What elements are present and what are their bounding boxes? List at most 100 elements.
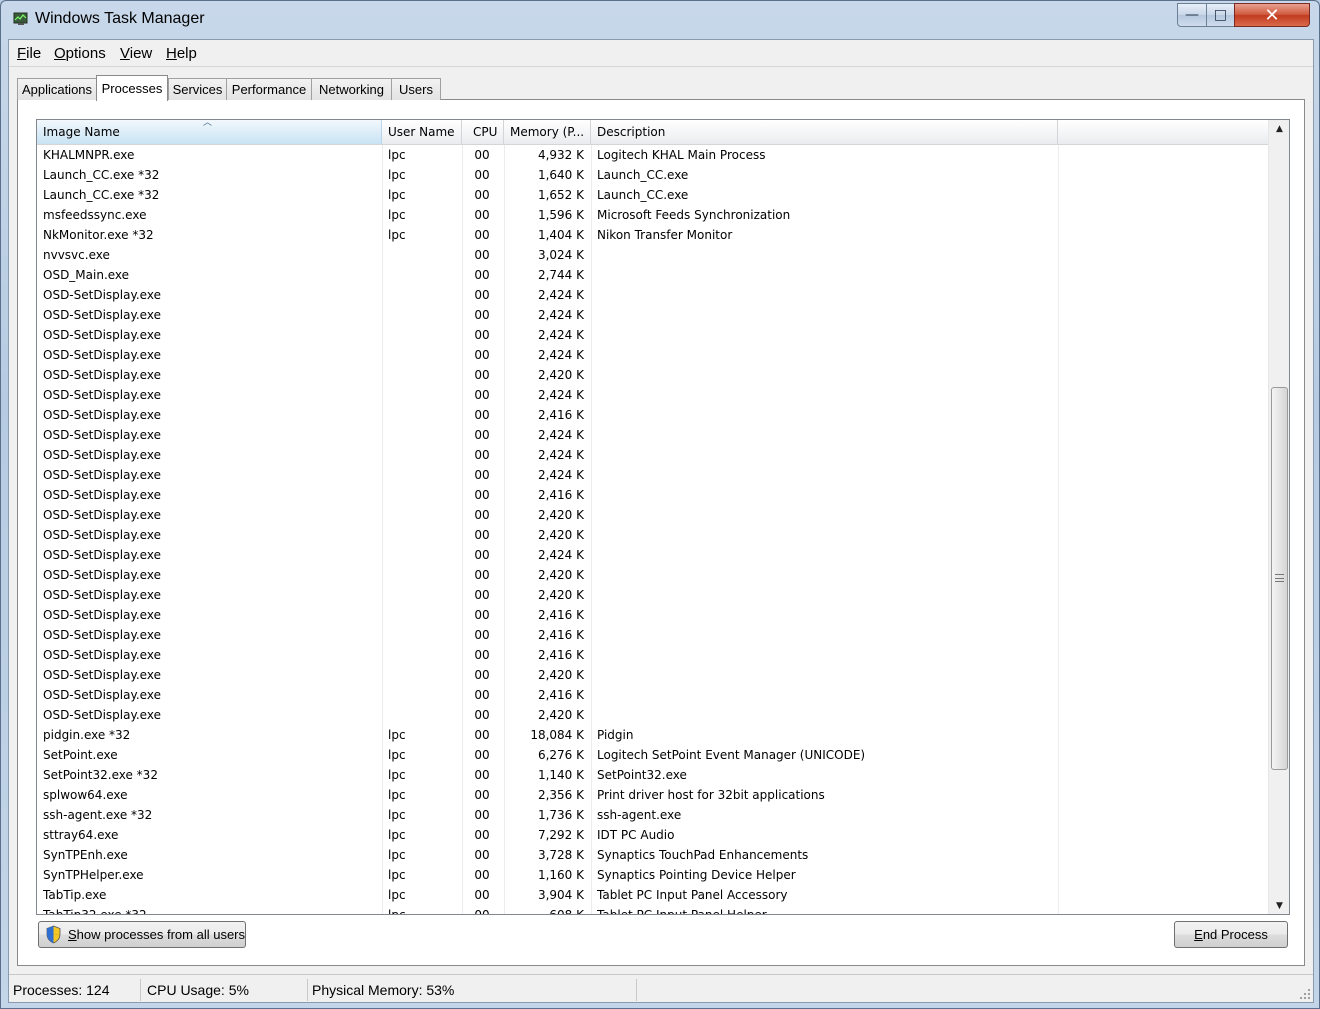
process-row[interactable]: KHALMNPR.exe lpc 00 4,932 K Logitech KHAL Ma… bbox=[37, 145, 1268, 165]
process-description bbox=[597, 525, 1057, 545]
process-row[interactable]: OSD-SetDisplay.exe 00 2,420 K bbox=[37, 585, 1268, 605]
process-row[interactable]: OSD-SetDisplay.exe 00 2,420 K bbox=[37, 565, 1268, 585]
process-row[interactable]: OSD-SetDisplay.exe 00 2,420 K bbox=[37, 505, 1268, 525]
process-name: OSD-SetDisplay.exe bbox=[43, 468, 161, 482]
process-row[interactable]: OSD-SetDisplay.exe 00 2,424 K bbox=[37, 545, 1268, 565]
vertical-scrollbar[interactable]: ▲ ▼ bbox=[1268, 120, 1289, 914]
column-description[interactable]: Description bbox=[591, 120, 1058, 144]
process-description: Launch_CC.exe bbox=[597, 188, 689, 202]
process-description bbox=[597, 245, 1057, 265]
process-user bbox=[388, 705, 460, 725]
process-cpu: 00 bbox=[474, 408, 490, 422]
process-row[interactable]: OSD-SetDisplay.exe 00 2,424 K bbox=[37, 345, 1268, 365]
process-row[interactable]: OSD-SetDisplay.exe 00 2,424 K bbox=[37, 305, 1268, 325]
process-row[interactable]: OSD-SetDisplay.exe 00 2,420 K bbox=[37, 705, 1268, 725]
process-user: lpc bbox=[388, 788, 406, 802]
tab-services[interactable]: Services bbox=[168, 78, 227, 100]
process-user bbox=[388, 365, 460, 385]
column-cpu[interactable]: CPU bbox=[462, 120, 504, 144]
scroll-thumb[interactable] bbox=[1271, 387, 1288, 770]
process-list[interactable]: ︿ Image Name User Name CPU Memory (P... … bbox=[36, 119, 1290, 915]
end-process-button[interactable]: End Process bbox=[1174, 921, 1288, 948]
process-name: TabTip32.exe *32 bbox=[43, 908, 147, 915]
process-row[interactable]: OSD-SetDisplay.exe 00 2,416 K bbox=[37, 625, 1268, 645]
process-memory: 2,420 K bbox=[537, 368, 584, 382]
process-row[interactable]: TabTip32.exe *32 lpc 00 ...608 K Tablet PC I… bbox=[37, 905, 1268, 915]
process-row[interactable]: OSD-SetDisplay.exe 00 2,424 K bbox=[37, 285, 1268, 305]
scroll-up-button[interactable]: ▲ bbox=[1269, 120, 1289, 137]
process-row[interactable]: splwow64.exe lpc 00 2,356 K Print driver hos… bbox=[37, 785, 1268, 805]
process-description: SetPoint32.exe bbox=[597, 768, 687, 782]
process-row[interactable]: OSD-SetDisplay.exe 00 2,416 K bbox=[37, 645, 1268, 665]
process-row[interactable]: OSD-SetDisplay.exe 00 2,416 K bbox=[37, 605, 1268, 625]
process-row[interactable]: pidgin.exe *32 lpc 00 18,084 K Pidgin bbox=[37, 725, 1268, 745]
process-user bbox=[388, 285, 460, 305]
process-row[interactable]: OSD-SetDisplay.exe 00 2,424 K bbox=[37, 325, 1268, 345]
menu-help[interactable]: Help bbox=[166, 45, 197, 62]
process-name: OSD-SetDisplay.exe bbox=[43, 368, 161, 382]
process-memory: 2,424 K bbox=[537, 548, 584, 562]
process-row[interactable]: OSD-SetDisplay.exe 00 2,424 K bbox=[37, 425, 1268, 445]
process-cpu: 00 bbox=[474, 588, 490, 602]
process-cpu: 00 bbox=[474, 268, 490, 282]
process-row[interactable]: OSD-SetDisplay.exe 00 2,424 K bbox=[37, 445, 1268, 465]
process-row[interactable]: OSD-SetDisplay.exe 00 2,416 K bbox=[37, 485, 1268, 505]
process-row[interactable]: nvvsvc.exe 00 3,024 K bbox=[37, 245, 1268, 265]
process-cpu: 00 bbox=[474, 448, 490, 462]
tab-processes[interactable]: Processes bbox=[96, 75, 168, 101]
menu-options[interactable]: Options bbox=[54, 45, 106, 62]
resize-grip-icon[interactable] bbox=[1299, 988, 1311, 1000]
title-bar[interactable]: Windows Task Manager — □ ✕ bbox=[1, 1, 1319, 37]
process-name: OSD-SetDisplay.exe bbox=[43, 708, 161, 722]
process-user bbox=[388, 265, 460, 285]
process-row[interactable]: OSD-SetDisplay.exe 00 2,420 K bbox=[37, 365, 1268, 385]
process-description: Print driver host for 32bit applications bbox=[597, 788, 825, 802]
process-row[interactable]: TabTip.exe lpc 00 3,904 K Tablet PC Input Pa… bbox=[37, 885, 1268, 905]
process-row[interactable]: SynTPHelper.exe lpc 00 1,160 K Synaptics Poi… bbox=[37, 865, 1268, 885]
minimize-button[interactable]: — bbox=[1177, 3, 1207, 27]
tab-applications[interactable]: Applications bbox=[17, 78, 97, 100]
column-user-name[interactable]: User Name bbox=[382, 120, 462, 144]
process-row[interactable]: OSD-SetDisplay.exe 00 2,424 K bbox=[37, 385, 1268, 405]
process-row[interactable]: OSD-SetDisplay.exe 00 2,416 K bbox=[37, 405, 1268, 425]
menu-view[interactable]: View bbox=[120, 45, 152, 62]
process-row[interactable]: sttray64.exe lpc 00 7,292 K IDT PC Audio bbox=[37, 825, 1268, 845]
menu-file[interactable]: File bbox=[17, 45, 41, 62]
process-row[interactable]: SetPoint32.exe *32 lpc 00 1,140 K SetPoint32… bbox=[37, 765, 1268, 785]
process-row[interactable]: OSD-SetDisplay.exe 00 2,420 K bbox=[37, 525, 1268, 545]
process-memory: 2,424 K bbox=[537, 388, 584, 402]
column-image-name[interactable]: ︿ Image Name bbox=[37, 120, 382, 144]
process-row[interactable]: Launch_CC.exe *32 lpc 00 1,640 K Launch_CC.e… bbox=[37, 165, 1268, 185]
process-row[interactable]: OSD-SetDisplay.exe 00 2,416 K bbox=[37, 685, 1268, 705]
process-row[interactable]: Launch_CC.exe *32 lpc 00 1,652 K Launch_CC.e… bbox=[37, 185, 1268, 205]
process-row[interactable]: OSD_Main.exe 00 2,744 K bbox=[37, 265, 1268, 285]
process-row[interactable]: OSD-SetDisplay.exe 00 2,424 K bbox=[37, 465, 1268, 485]
list-header: ︿ Image Name User Name CPU Memory (P... … bbox=[37, 120, 1268, 145]
column-memory[interactable]: Memory (P... bbox=[504, 120, 591, 144]
end-process-label: End Process bbox=[1194, 927, 1268, 942]
show-all-users-button[interactable]: Show processes from all users bbox=[38, 921, 246, 948]
tab-networking[interactable]: Networking bbox=[311, 78, 392, 100]
process-description: Tablet PC Input Panel Helper bbox=[597, 908, 767, 915]
process-name: OSD-SetDisplay.exe bbox=[43, 568, 161, 582]
tab-performance[interactable]: Performance bbox=[226, 78, 312, 100]
process-row[interactable]: OSD-SetDisplay.exe 00 2,420 K bbox=[37, 665, 1268, 685]
process-row[interactable]: ssh-agent.exe *32 lpc 00 1,736 K ssh-agent.e… bbox=[37, 805, 1268, 825]
process-row[interactable]: SynTPEnh.exe lpc 00 3,728 K Synaptics TouchP… bbox=[37, 845, 1268, 865]
arrow-down-icon: ▼ bbox=[1276, 900, 1283, 911]
process-name: pidgin.exe *32 bbox=[43, 728, 131, 742]
process-row[interactable]: NkMonitor.exe *32 lpc 00 1,404 K Nikon Trans… bbox=[37, 225, 1268, 245]
process-description bbox=[597, 645, 1057, 665]
process-memory: 2,424 K bbox=[537, 348, 584, 362]
scroll-down-button[interactable]: ▼ bbox=[1269, 897, 1289, 914]
maximize-button[interactable]: □ bbox=[1206, 3, 1235, 27]
process-row[interactable]: SetPoint.exe lpc 00 6,276 K Logitech SetPoin… bbox=[37, 745, 1268, 765]
process-row[interactable]: msfeedssync.exe lpc 00 1,596 K Microsoft Fee… bbox=[37, 205, 1268, 225]
process-user: lpc bbox=[388, 728, 406, 742]
process-user bbox=[388, 305, 460, 325]
close-button[interactable]: ✕ bbox=[1234, 3, 1310, 27]
process-memory: 2,424 K bbox=[537, 448, 584, 462]
tab-users[interactable]: Users bbox=[391, 78, 441, 100]
process-name: nvvsvc.exe bbox=[43, 248, 110, 262]
process-user: lpc bbox=[388, 168, 406, 182]
